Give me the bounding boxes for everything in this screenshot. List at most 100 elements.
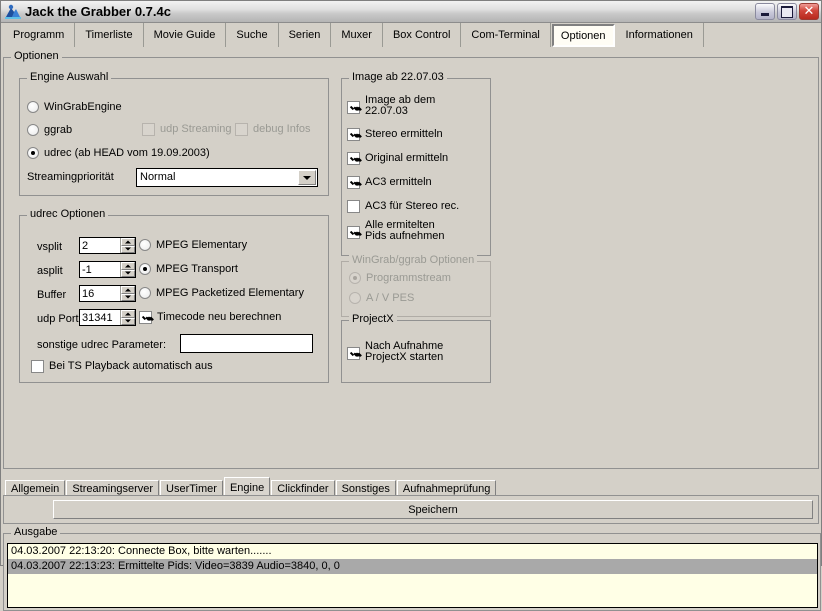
save-button[interactable]: Speichern [53, 500, 813, 519]
radio-icon [139, 263, 151, 275]
radio-wingrabengine[interactable]: WinGrabEngine [27, 101, 122, 113]
asplit-value[interactable]: -1 [80, 262, 120, 277]
checkbox-icon [347, 152, 360, 165]
radio-label: MPEG Transport [156, 263, 238, 275]
save-button-label: Speichern [408, 503, 458, 516]
tab-label: Movie Guide [153, 29, 216, 41]
tab-informationen[interactable]: Informationen [615, 23, 704, 47]
checkbox-icon [347, 176, 360, 189]
stepper-down-icon[interactable] [121, 317, 135, 325]
projectx-legend: ProjectX [349, 314, 397, 325]
radio-icon [27, 101, 39, 113]
radio-label: Programmstream [366, 272, 451, 284]
tab-label: Box Control [392, 29, 451, 41]
stepper-down-icon[interactable] [121, 293, 135, 301]
asplit-stepper-buttons [120, 262, 135, 277]
udp-port-stepper[interactable]: 31341 [79, 309, 136, 326]
udp-port-stepper-buttons [120, 310, 135, 325]
tab-com-terminal[interactable]: Com-Terminal [461, 23, 551, 47]
wingrab-ggrab-legend: WinGrab/ggrab Optionen [349, 255, 478, 266]
tab-box-control[interactable]: Box Control [382, 23, 462, 47]
tab-suche[interactable]: Suche [226, 23, 279, 47]
asplit-stepper[interactable]: -1 [79, 261, 136, 278]
wingrab-ggrab-groupbox: WinGrab/ggrab Optionen [341, 255, 491, 317]
checkbox-icon [347, 128, 360, 141]
checkbox-ts-playback-aus[interactable]: Bei TS Playback automatisch aus [31, 360, 213, 373]
tab-label: Streamingserver [72, 483, 154, 495]
checkbox-timecode-neu-berechnen[interactable]: Timecode neu berechnen [139, 311, 281, 324]
minimize-button[interactable] [755, 3, 775, 20]
list-item[interactable]: 04.03.2007 22:13:23: Ermittelte Pids: Vi… [8, 559, 817, 574]
udp-port-value[interactable]: 31341 [80, 310, 120, 325]
tab-serien[interactable]: Serien [278, 23, 332, 47]
tab-muxer[interactable]: Muxer [331, 23, 383, 47]
checkbox-image-ab-dem[interactable]: Image ab dem 22.07.03 [347, 95, 435, 117]
radio-mpeg-packetized-elementary[interactable]: MPEG Packetized Elementary [139, 287, 304, 299]
stepper-down-icon[interactable] [121, 245, 135, 253]
optionen-legend: Optionen [11, 51, 62, 62]
stepper-up-icon[interactable] [121, 286, 135, 294]
vsplit-value[interactable]: 2 [80, 238, 120, 253]
maximize-icon [781, 5, 793, 18]
tab-label: UserTimer [166, 483, 217, 495]
tab-label: Programm [13, 29, 65, 41]
list-item[interactable]: 04.03.2007 22:13:20: Connecte Box, bitte… [8, 544, 817, 559]
asplit-label-row: asplit [37, 265, 63, 277]
chevron-down-icon[interactable] [298, 170, 316, 185]
buffer-value[interactable]: 16 [80, 286, 120, 301]
tab-label: Timerliste [85, 29, 133, 41]
tab-label: Suche [236, 29, 268, 41]
tab-label: Informationen [625, 29, 693, 41]
tab-programm[interactable]: Programm [3, 23, 76, 47]
stepper-down-icon[interactable] [121, 269, 135, 277]
streamingprioritaet-combo[interactable]: Normal [136, 168, 318, 187]
image-ab-legend: Image ab 22.07.03 [349, 72, 447, 83]
checkbox-icon [347, 347, 360, 360]
radio-udrec[interactable]: udrec (ab HEAD vom 19.09.2003) [27, 147, 210, 159]
title-bar: Jack the Grabber 0.7.4c ✕ [1, 1, 821, 23]
checkbox-icon [347, 200, 360, 213]
checkbox-label: AC3 ermitteln [365, 176, 432, 188]
checkbox-icon [31, 360, 44, 373]
ausgabe-legend: Ausgabe [11, 527, 61, 538]
buffer-label: Buffer [37, 289, 67, 301]
checkbox-projectx-nach-aufnahme[interactable]: Nach Aufnahme ProjectX starten [347, 341, 443, 363]
minimize-icon [761, 12, 769, 16]
checkbox-icon [235, 123, 248, 136]
close-icon: ✕ [803, 4, 815, 19]
radio-mpeg-elementary[interactable]: MPEG Elementary [139, 239, 247, 251]
radio-icon [139, 287, 151, 299]
tab-movie-guide[interactable]: Movie Guide [143, 23, 227, 47]
checkbox-icon [347, 226, 360, 239]
radio-icon [139, 239, 151, 251]
sonstige-parameter-input[interactable] [180, 334, 313, 353]
tab-label: Muxer [341, 29, 372, 41]
radio-mpeg-transport[interactable]: MPEG Transport [139, 263, 238, 275]
tab-optionen[interactable]: Optionen [551, 24, 615, 47]
checkbox-ac3-ermitteln[interactable]: AC3 ermitteln [347, 176, 432, 189]
checkbox-ac3-fuer-stereo-rec[interactable]: AC3 für Stereo rec. [347, 200, 459, 213]
radio-ggrab[interactable]: ggrab [27, 124, 72, 136]
buffer-stepper[interactable]: 16 [79, 285, 136, 302]
close-button[interactable]: ✕ [799, 3, 819, 20]
maximize-button[interactable] [777, 3, 797, 20]
checkbox-udp-streaming: udp Streaming [142, 123, 232, 136]
streamingprioritaet-label-row: Streamingpriorität [27, 171, 114, 183]
stepper-up-icon[interactable] [121, 310, 135, 318]
ausgabe-log-list[interactable]: 04.03.2007 22:13:20: Connecte Box, bitte… [7, 543, 818, 608]
checkbox-alle-ermittelten-pids[interactable]: Alle ermitelten Pids aufnehmen [347, 220, 445, 242]
stepper-up-icon[interactable] [121, 262, 135, 270]
radio-programmstream: Programmstream [349, 272, 451, 284]
vsplit-stepper[interactable]: 2 [79, 237, 136, 254]
checkbox-stereo-ermitteln[interactable]: Stereo ermitteln [347, 128, 443, 141]
checkbox-original-ermitteln[interactable]: Original ermitteln [347, 152, 448, 165]
tab-timerliste[interactable]: Timerliste [75, 23, 144, 47]
stepper-up-icon[interactable] [121, 238, 135, 246]
streamingprioritaet-value: Normal [140, 171, 176, 183]
tab-label: Allgemein [11, 483, 60, 495]
checkbox-label-line2: Pids aufnehmen [365, 230, 445, 242]
radio-av-pes: A / V PES [349, 292, 414, 304]
udp-port-label: udp Port [37, 313, 79, 325]
udp-port-label-row: udp Port [37, 313, 79, 325]
radio-label: WinGrabEngine [44, 101, 122, 113]
